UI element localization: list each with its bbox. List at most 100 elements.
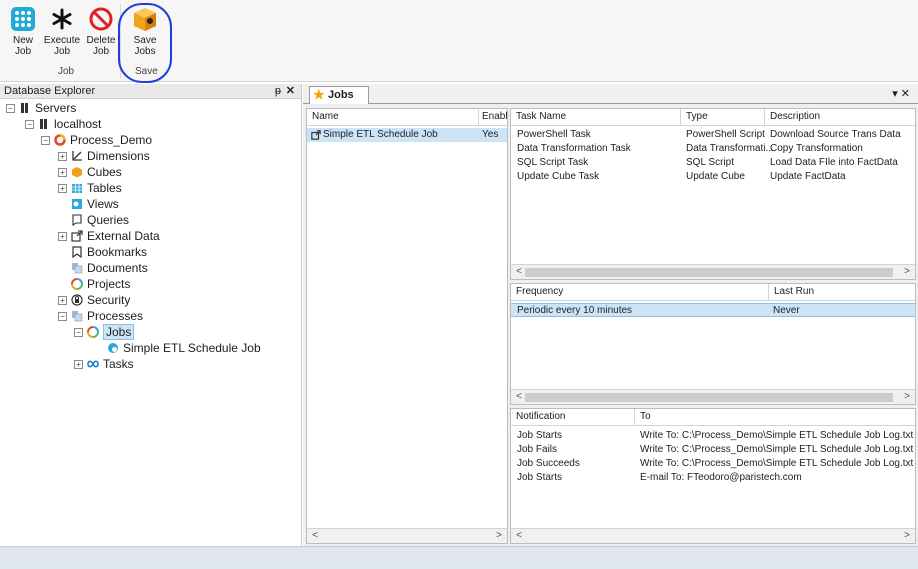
- delete-job-button[interactable]: Delete Job: [81, 6, 121, 57]
- collapse-icon[interactable]: −: [58, 312, 67, 321]
- task-description: Update FactData: [770, 171, 846, 182]
- tree-node-process-demo[interactable]: − Process_Demo: [41, 132, 152, 148]
- job-enabled: Yes: [482, 129, 499, 140]
- tree-node-tasks[interactable]: + Tasks: [74, 356, 134, 372]
- execute-job-label: Execute Job: [43, 35, 81, 57]
- task-row[interactable]: SQL Script Task SQL Script Load Data FIl…: [511, 156, 915, 170]
- column-header-enabled[interactable]: Enabl: [479, 109, 507, 126]
- scroll-right-arrow[interactable]: >: [493, 529, 505, 543]
- task-type: Data Transformati...: [686, 143, 774, 154]
- pin-icon[interactable]: ᵽ: [275, 84, 281, 98]
- tree-node-external-data[interactable]: + External Data: [58, 228, 160, 244]
- tree-node-queries[interactable]: Queries: [71, 212, 129, 228]
- schedule-row[interactable]: Periodic every 10 minutes Never: [511, 303, 915, 317]
- tree-node-localhost[interactable]: − localhost: [25, 116, 101, 132]
- job-row[interactable]: Simple ETL Schedule Job Yes: [307, 128, 507, 142]
- tree-label: Tables: [87, 181, 122, 195]
- job-gear-icon: [108, 343, 118, 353]
- collapse-icon[interactable]: −: [6, 104, 15, 113]
- status-bar: [0, 546, 918, 569]
- column-header-to[interactable]: To: [635, 409, 915, 426]
- collapse-icon[interactable]: −: [25, 120, 34, 129]
- notification-target: Write To: C:\Process_Demo\Simple ETL Sch…: [640, 444, 914, 455]
- notification-row[interactable]: Job Starts Write To: C:\Process_Demo\Sim…: [511, 429, 915, 443]
- expand-icon[interactable]: +: [58, 184, 67, 193]
- tree-node-projects[interactable]: Projects: [71, 276, 130, 292]
- scroll-right-arrow[interactable]: >: [901, 529, 913, 543]
- column-header-description[interactable]: Description: [765, 109, 915, 126]
- task-row[interactable]: Update Cube Task Update Cube Update Fact…: [511, 170, 915, 184]
- schedule-pane: Frequency Last Run Periodic every 10 min…: [510, 283, 916, 405]
- tree-label: Cubes: [87, 165, 122, 179]
- schedule-hscrollbar[interactable]: < >: [511, 389, 915, 404]
- task-description: Load Data FIle into FactData: [770, 157, 898, 168]
- scroll-left-arrow[interactable]: <: [513, 529, 525, 543]
- cube-icon: [72, 167, 82, 178]
- notifications-pane: Notification To Job Starts Write To: C:\…: [510, 408, 916, 544]
- scroll-left-arrow[interactable]: <: [513, 265, 525, 279]
- tree-node-processes[interactable]: − Processes: [58, 308, 143, 324]
- tree-label: Queries: [87, 213, 130, 227]
- notification-row[interactable]: Job Fails Write To: C:\Process_Demo\Simp…: [511, 443, 915, 457]
- expand-icon[interactable]: +: [74, 360, 83, 369]
- explorer-title: Database Explorer: [4, 85, 96, 97]
- schedule-frequency: Periodic every 10 minutes: [517, 305, 633, 316]
- tree-node-documents[interactable]: Documents: [71, 260, 148, 276]
- jobs-hscrollbar[interactable]: < >: [307, 528, 507, 543]
- column-header-name[interactable]: Name: [307, 109, 479, 126]
- tree-node-security[interactable]: + Security: [58, 292, 130, 308]
- notification-row[interactable]: Job Succeeds Write To: C:\Process_Demo\S…: [511, 457, 915, 471]
- explorer-close-icon[interactable]: ✕: [286, 84, 295, 98]
- tree-node-jobs[interactable]: − Jobs: [74, 324, 135, 340]
- column-header-frequency[interactable]: Frequency: [511, 284, 769, 301]
- scroll-right-arrow[interactable]: >: [901, 265, 913, 279]
- tree-node-views[interactable]: Views: [71, 196, 119, 212]
- expand-icon[interactable]: +: [58, 168, 67, 177]
- tree-node-servers[interactable]: − Servers: [6, 100, 76, 116]
- notification-target: Write To: C:\Process_Demo\Simple ETL Sch…: [640, 430, 914, 441]
- expand-icon[interactable]: +: [58, 232, 67, 241]
- tab-menu-close-icon[interactable]: ▾ ✕: [892, 87, 910, 100]
- collapse-icon[interactable]: −: [41, 136, 50, 145]
- tree-node-cubes[interactable]: + Cubes: [58, 164, 122, 180]
- scroll-left-arrow[interactable]: <: [309, 529, 321, 543]
- column-header-type[interactable]: Type: [681, 109, 765, 126]
- tasks-hscrollbar[interactable]: < >: [511, 264, 915, 279]
- task-name: Update Cube Task: [517, 171, 600, 182]
- scroll-thumb[interactable]: [525, 393, 893, 402]
- view-icon: [72, 199, 82, 209]
- tree-label: Dimensions: [87, 149, 150, 163]
- notifications-hscrollbar[interactable]: < >: [511, 528, 915, 543]
- collapse-icon[interactable]: −: [74, 328, 83, 337]
- scroll-thumb[interactable]: [525, 268, 893, 277]
- server-icon: [40, 119, 47, 129]
- schedule-last-run: Never: [773, 305, 800, 316]
- execute-asterisk-icon: [52, 8, 72, 30]
- external-link-icon: [71, 230, 83, 242]
- explorer-header: Database Explorer ᵽ ✕: [0, 84, 301, 99]
- new-job-icon: [11, 7, 35, 31]
- expand-icon[interactable]: +: [58, 296, 67, 305]
- column-header-last-run[interactable]: Last Run: [769, 284, 915, 301]
- scroll-left-arrow[interactable]: <: [513, 390, 525, 404]
- tree-node-simple-etl-job[interactable]: Simple ETL Schedule Job: [107, 340, 261, 356]
- tree-node-tables[interactable]: + Tables: [58, 180, 122, 196]
- tree-node-bookmarks[interactable]: Bookmarks: [71, 244, 147, 260]
- database-explorer: Database Explorer ᵽ ✕ − Servers − localhos…: [0, 84, 302, 546]
- database-ring-icon: [54, 134, 66, 146]
- scroll-right-arrow[interactable]: >: [901, 390, 913, 404]
- tree-label: Simple ETL Schedule Job: [123, 341, 261, 355]
- notification-event: Job Fails: [517, 444, 558, 455]
- delete-job-label: Delete Job: [86, 35, 116, 57]
- execute-job-button[interactable]: Execute Job: [42, 6, 82, 57]
- task-row[interactable]: PowerShell Task PowerShell Script Downlo…: [511, 128, 915, 142]
- notification-row[interactable]: Job Starts E-mail To: FTeodoro@paristech…: [511, 471, 915, 485]
- tree-node-dimensions[interactable]: + Dimensions: [58, 148, 150, 164]
- new-job-button[interactable]: New Job: [3, 6, 43, 57]
- tree-label: Bookmarks: [87, 245, 148, 259]
- column-header-task-name[interactable]: Task Name: [511, 109, 681, 126]
- column-header-notification[interactable]: Notification: [511, 409, 635, 426]
- task-row[interactable]: Data Transformation Task Data Transforma…: [511, 142, 915, 156]
- expand-icon[interactable]: +: [58, 152, 67, 161]
- tab-jobs[interactable]: ★ Jobs: [309, 86, 369, 104]
